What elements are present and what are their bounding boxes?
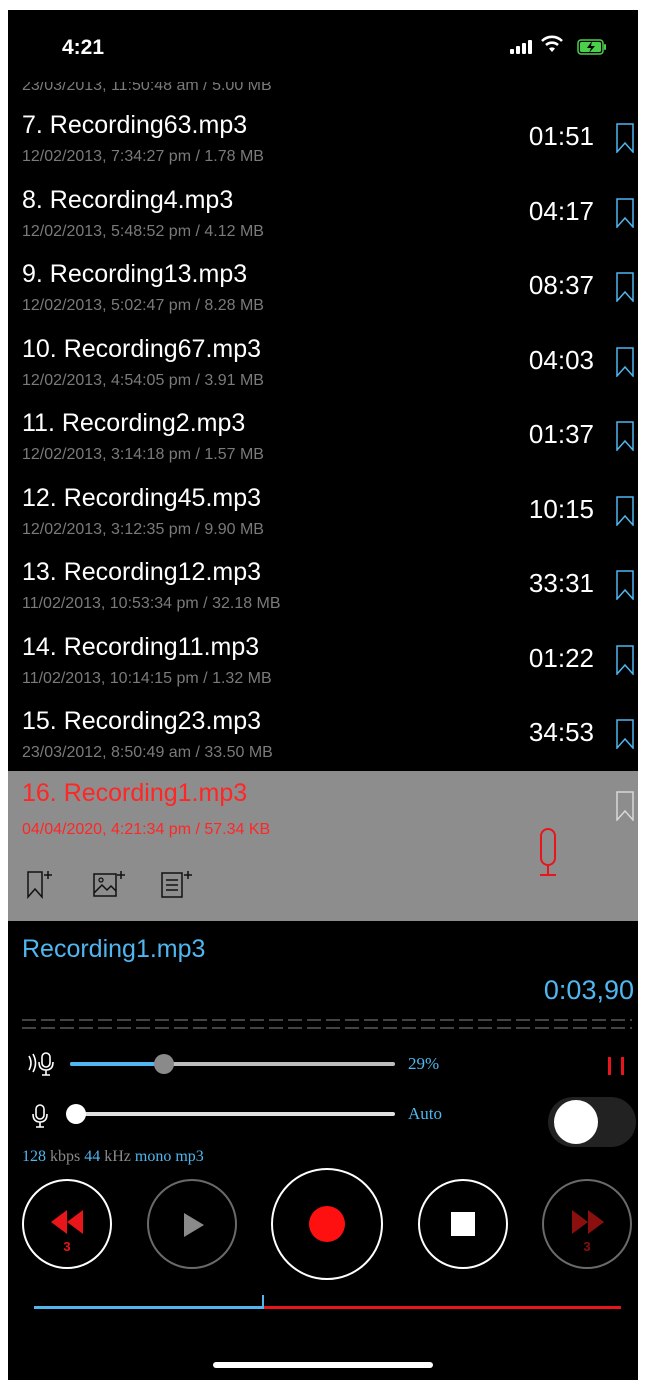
- recording-row[interactable]: 8. Recording4.mp3 12/02/2013, 5:48:52 pm …: [8, 176, 638, 252]
- recording-row[interactable]: 12. Recording45.mp3 12/02/2013, 3:12:35 p…: [8, 474, 638, 550]
- recording-row[interactable]: 14. Recording11.mp3 11/02/2013, 10:14:15 …: [8, 623, 638, 699]
- microphone-level-icon: [32, 1104, 48, 1128]
- recording-title: 13. Recording12.mp3: [22, 558, 262, 586]
- recording-meta: 11/02/2013, 10:53:34 pm / 32.18 MB: [22, 595, 281, 612]
- bitrate: 128: [22, 1148, 46, 1165]
- current-file-name: Recording1.mp3: [22, 935, 206, 963]
- recording-duration: 04:17: [528, 195, 594, 226]
- codec: mp3: [175, 1148, 204, 1165]
- gain-value: 29%: [408, 1054, 440, 1073]
- recording-title: 7. Recording63.mp3: [22, 111, 248, 139]
- app-screen: 4:21 23/03/2013, 11:50:48 am / 5.00 MB 7…: [8, 10, 638, 1380]
- recording-meta: 12/02/2013, 3:14:18 pm / 1.57 MB: [22, 446, 264, 463]
- recording-title: 9. Recording13.mp3: [22, 260, 248, 288]
- auto-level-toggle[interactable]: [548, 1097, 636, 1147]
- wifi-icon: [541, 35, 563, 52]
- recording-row[interactable]: 7. Recording63.mp3 12/02/2013, 7:34:27 pm…: [8, 101, 638, 177]
- recording-duration: 01:51: [528, 121, 594, 151]
- recording-duration: 01:22: [528, 642, 594, 673]
- recording-duration: 08:37: [528, 270, 594, 300]
- stop-icon: [451, 1212, 475, 1236]
- bitrate-unit: kbps: [50, 1148, 81, 1165]
- selected-recording-row[interactable]: 16. Recording1.mp3 04/04/2020, 4:21:34 p…: [8, 771, 638, 921]
- mic-level-slider-thumb[interactable]: [66, 1104, 86, 1124]
- selected-recording-meta: 04/04/2020, 4:21:34 pm / 57.34 KB: [22, 821, 271, 838]
- bookmark-icon[interactable]: [616, 346, 634, 377]
- sample-rate-unit: kHz: [104, 1148, 131, 1165]
- add-note-icon[interactable]: [160, 869, 194, 899]
- recording-row[interactable]: 9. Recording13.mp3 12/02/2013, 5:02:47 pm…: [8, 250, 638, 326]
- selected-recording-title: 16. Recording1.mp3: [22, 779, 248, 807]
- status-bar: 4:21: [8, 10, 638, 82]
- recording-row[interactable]: 13. Recording12.mp3 11/02/2013, 10:53:34 …: [8, 548, 638, 624]
- home-indicator[interactable]: [213, 1362, 433, 1368]
- recording-meta: 11/02/2013, 10:14:15 pm / 1.32 MB: [22, 669, 272, 687]
- mic-level-value: Auto: [408, 1104, 442, 1123]
- recording-title: 15. Recording23.mp3: [22, 707, 262, 735]
- progress-marker[interactable]: [262, 1295, 264, 1309]
- gain-slider-thumb[interactable]: [154, 1054, 175, 1074]
- rewind-icon: [51, 1210, 83, 1234]
- recording-meta: 12/02/2013, 5:02:47 pm / 8.28 MB: [22, 297, 264, 314]
- clock: 4:21: [62, 36, 105, 59]
- progress-remaining: [264, 1306, 621, 1309]
- recording-title: 10. Recording67.mp3: [22, 334, 262, 363]
- toggle-thumb: [554, 1100, 598, 1144]
- stop-button[interactable]: [418, 1179, 508, 1269]
- recording-row[interactable]: 11. Recording2.mp3 12/02/2013, 3:14:18 pm…: [8, 399, 638, 475]
- recording-duration: 34:53: [528, 717, 594, 747]
- recording-meta: 12/02/2013, 4:54:05 pm / 3.91 MB: [22, 371, 264, 389]
- rewind-seconds: 3: [63, 1239, 71, 1254]
- bookmark-icon[interactable]: [616, 495, 634, 526]
- recording-duration: 33:31: [528, 568, 594, 598]
- bookmark-icon[interactable]: [616, 272, 634, 302]
- recording-row[interactable]: 15. Recording23.mp3 23/03/2012, 8:50:49 a…: [8, 697, 638, 773]
- gain-slider-fill: [70, 1062, 165, 1066]
- play-icon: [184, 1213, 204, 1237]
- add-bookmark-icon[interactable]: [26, 869, 56, 899]
- format-info: 128 kbps 44 kHz mono mp3: [22, 1148, 204, 1166]
- channels: mono: [134, 1148, 172, 1165]
- play-button[interactable]: [147, 1179, 237, 1269]
- recording-title: 14. Recording11.mp3: [22, 632, 260, 661]
- fast-forward-icon: [572, 1210, 604, 1234]
- sample-rate: 44: [84, 1148, 101, 1165]
- recording-title: 11. Recording2.mp3: [22, 409, 246, 437]
- forward-button[interactable]: 3: [542, 1179, 632, 1269]
- recording-title: 8. Recording4.mp3: [22, 185, 234, 214]
- recording-meta: 23/03/2012, 8:50:49 am / 33.50 MB: [22, 744, 273, 761]
- mic-level-slider-track[interactable]: [70, 1112, 395, 1116]
- recording-meta: 12/02/2013, 3:12:35 pm / 9.90 MB: [22, 520, 264, 538]
- bookmark-icon[interactable]: [616, 791, 634, 821]
- recording-duration: 10:15: [528, 493, 594, 524]
- mic-gain-icon: [28, 1052, 54, 1076]
- rewind-button[interactable]: 3: [22, 1179, 112, 1269]
- player-panel: Recording1.mp3 0:03,90 29% Auto 128 kbps…: [8, 921, 638, 1380]
- bookmark-icon[interactable]: [616, 421, 634, 451]
- microphone-icon: [540, 828, 556, 876]
- add-image-icon[interactable]: [92, 869, 126, 899]
- recording-meta: 12/02/2013, 7:34:27 pm / 1.78 MB: [22, 148, 264, 165]
- recording-title: 12. Recording45.mp3: [22, 483, 262, 512]
- recording-row[interactable]: 10. Recording67.mp3 12/02/2013, 4:54:05 p…: [8, 325, 638, 401]
- pause-indicator-icon: [608, 1057, 626, 1075]
- battery-charging-icon: [577, 39, 606, 55]
- waveform-placeholder: [22, 1019, 632, 1031]
- record-button[interactable]: [271, 1168, 383, 1280]
- bookmark-icon[interactable]: [616, 197, 634, 228]
- recording-duration: 04:03: [528, 344, 594, 375]
- bookmark-icon[interactable]: [616, 123, 634, 153]
- record-icon: [309, 1206, 345, 1242]
- elapsed-time: 0:03,90: [543, 975, 634, 1005]
- progress-played: [34, 1306, 264, 1309]
- recording-duration: 01:37: [528, 419, 594, 449]
- bookmark-icon[interactable]: [616, 644, 634, 675]
- forward-seconds: 3: [583, 1239, 591, 1254]
- bookmark-icon[interactable]: [616, 719, 634, 749]
- recording-meta: 12/02/2013, 5:48:52 pm / 4.12 MB: [22, 222, 264, 240]
- bookmark-icon[interactable]: [616, 570, 634, 600]
- cellular-signal-icon: [510, 40, 532, 54]
